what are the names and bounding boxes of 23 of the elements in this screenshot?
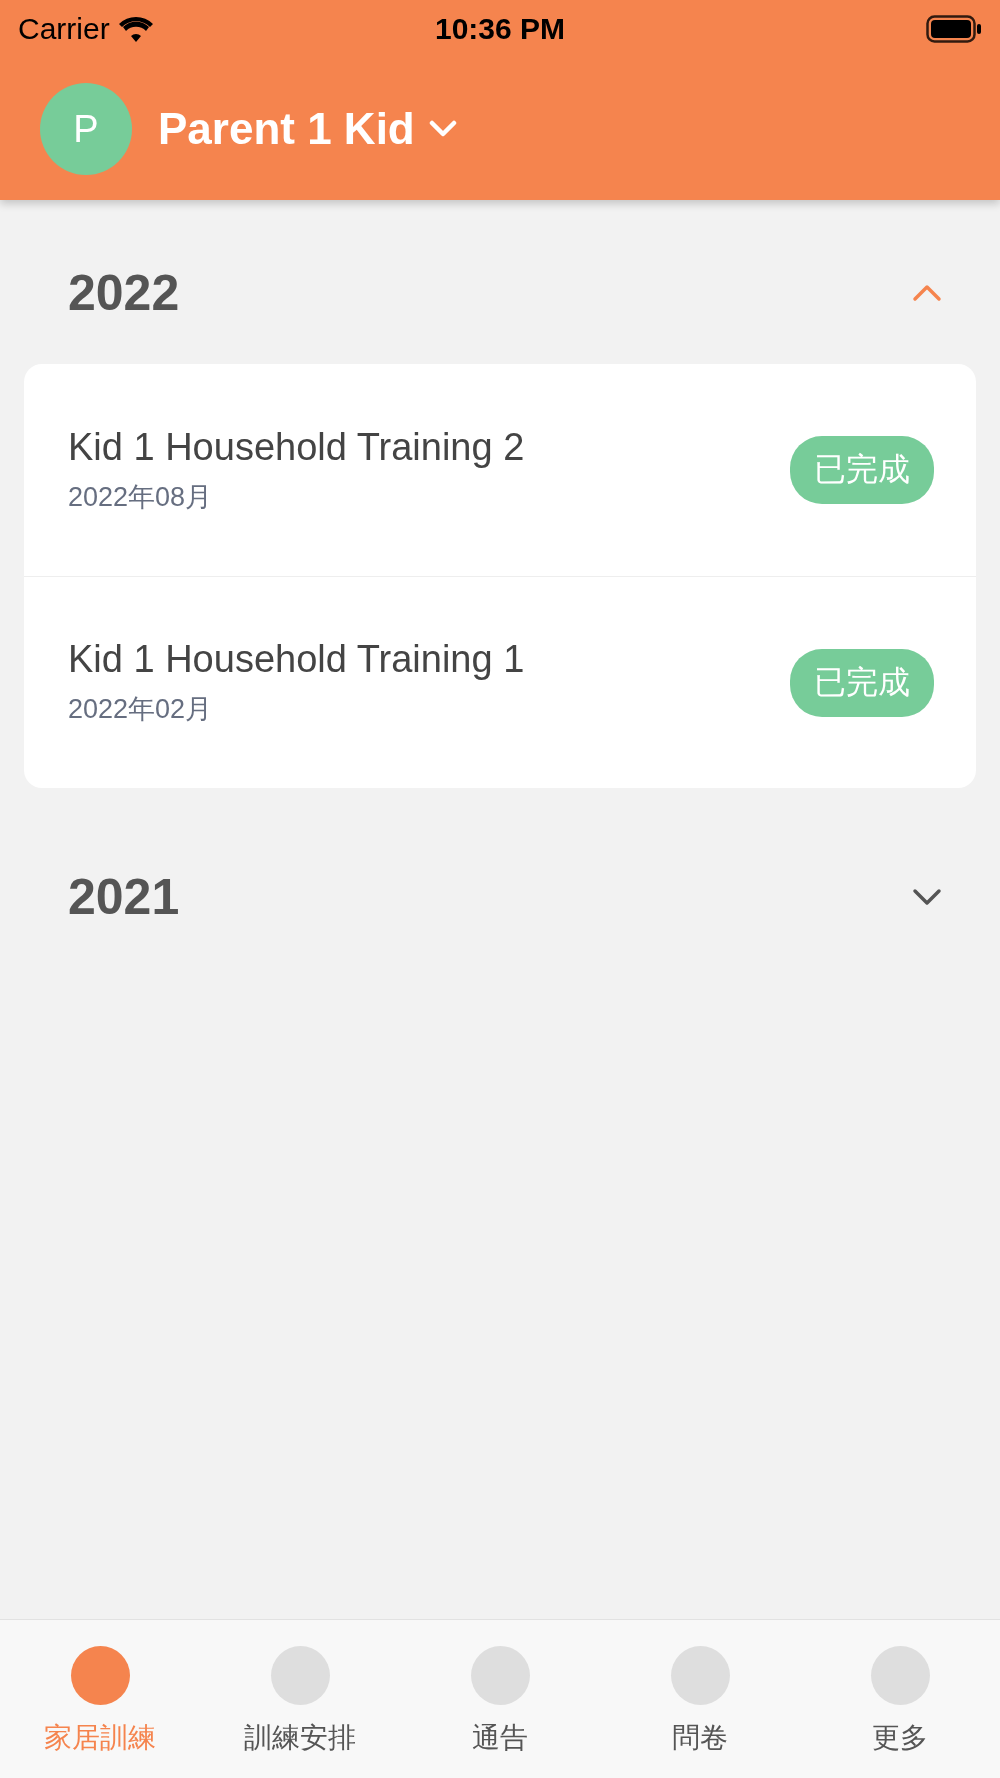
chevron-up-icon[interactable] [912, 284, 942, 302]
tab-item[interactable]: 問卷 [600, 1620, 800, 1778]
tab-item[interactable]: 通告 [400, 1620, 600, 1778]
tab-label: 通告 [472, 1721, 528, 1755]
status-badge: 已完成 [790, 436, 934, 504]
tab-label: 問卷 [672, 1721, 728, 1755]
carrier-name: Carrier [18, 12, 110, 46]
tab-item[interactable]: 更多 [800, 1620, 1000, 1778]
year-heading[interactable]: 2021 [68, 868, 180, 926]
training-date: 2022年02月 [68, 693, 214, 726]
tab-label: 更多 [872, 1721, 928, 1755]
training-date: 2022年08月 [68, 480, 214, 514]
training-title[interactable]: Kid 1 Household Training 2 [68, 425, 790, 469]
training-title[interactable]: Kid 1 Household Training 1 [68, 638, 790, 681]
battery-icon [926, 15, 982, 43]
tab-label: 訓練安排 [244, 1721, 356, 1755]
wifi-icon [117, 16, 154, 42]
clock-time: 10:36 PM [434, 12, 566, 45]
tab-label: 家居訓練 [44, 1721, 156, 1755]
tab-item[interactable]: 訓練安排 [200, 1620, 400, 1778]
chevron-down-icon[interactable] [912, 888, 942, 906]
status-badge: 已完成 [790, 648, 934, 717]
year-heading[interactable]: 2022 [68, 264, 180, 322]
